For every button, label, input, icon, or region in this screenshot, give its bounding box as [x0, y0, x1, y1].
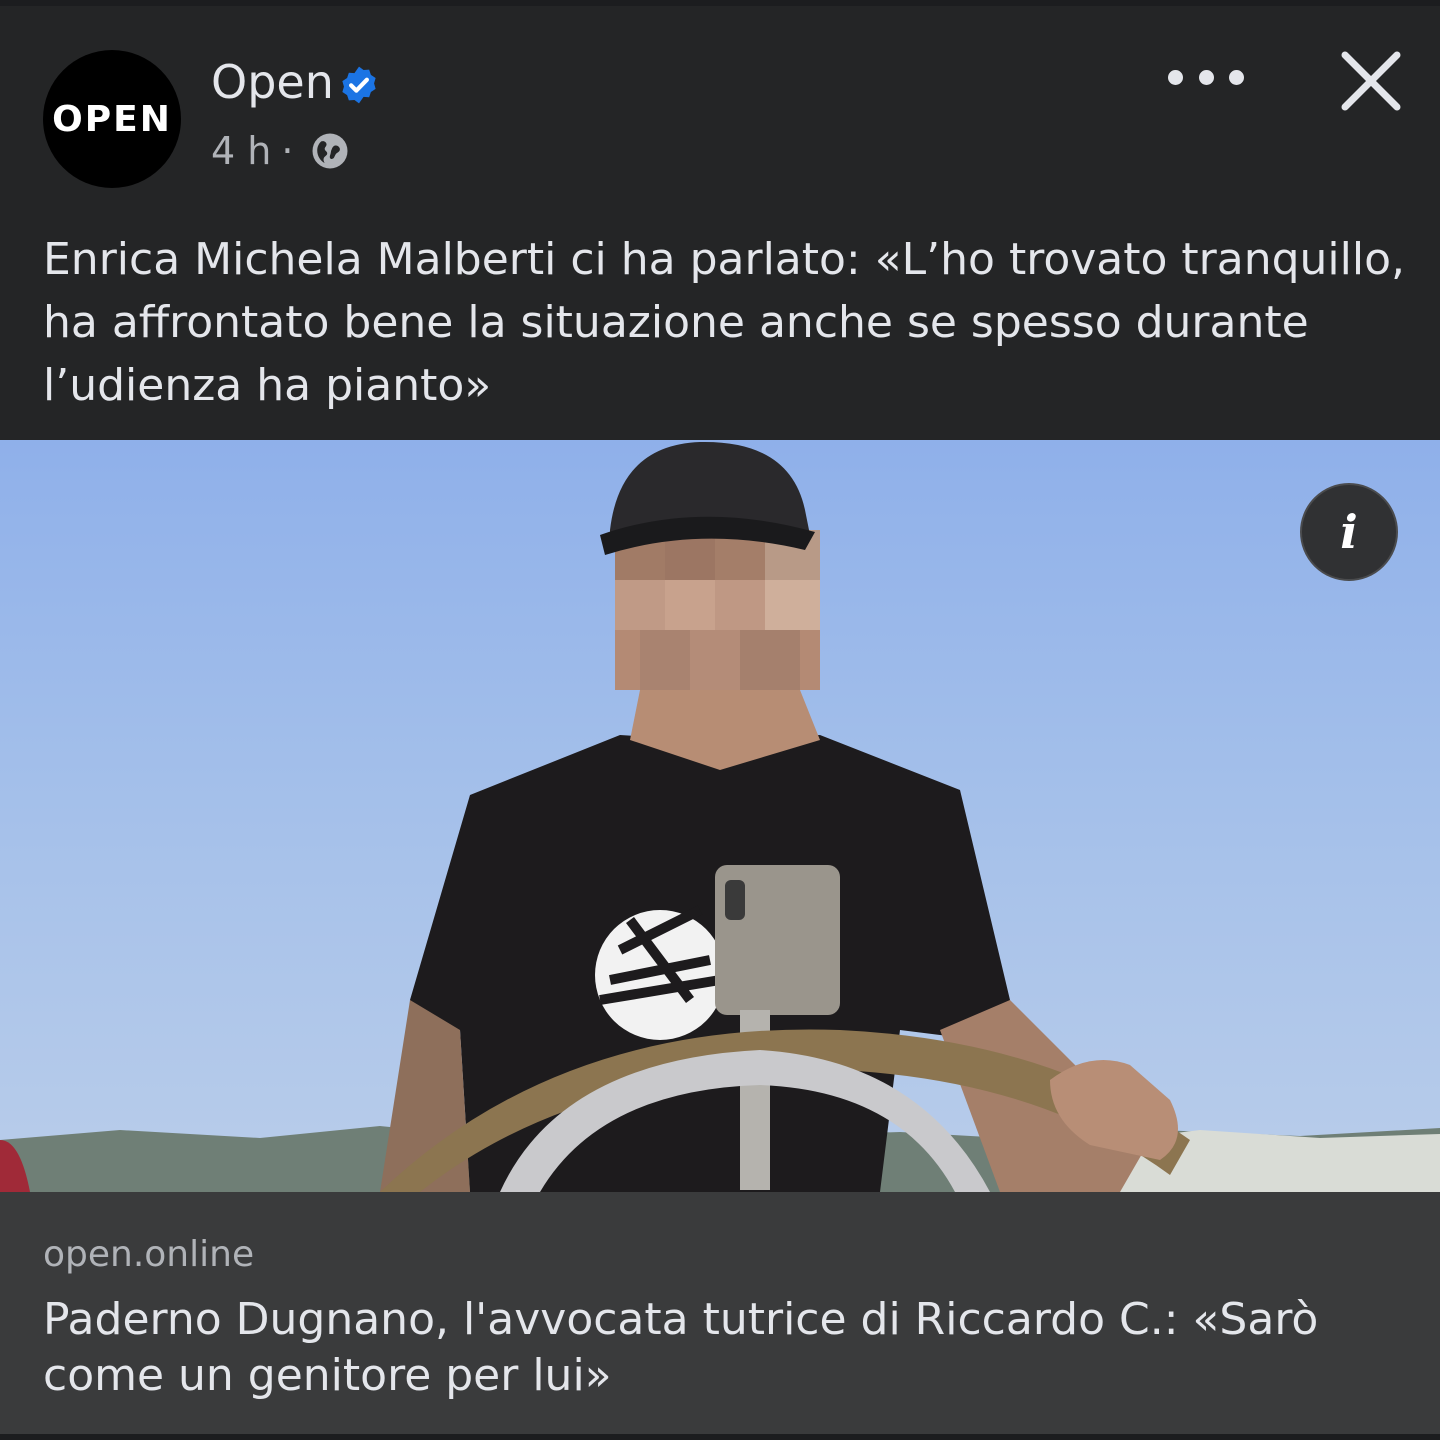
post-card: OPEN Open 4 h · Enrica Michela Malberti … — [0, 6, 1440, 1434]
meta-separator: · — [281, 129, 294, 173]
globe-icon — [312, 133, 348, 169]
page-avatar[interactable]: OPEN — [43, 50, 181, 188]
verified-badge-icon — [342, 66, 376, 104]
blurred-face — [615, 530, 820, 690]
page-name[interactable]: Open — [211, 54, 334, 110]
more-dot — [1198, 69, 1214, 85]
more-dot — [1229, 69, 1244, 85]
more-dot — [1168, 69, 1183, 85]
link-preview[interactable]: open.online Paderno Dugnano, l'avvocata … — [0, 1192, 1440, 1434]
more-options-button[interactable] — [1168, 54, 1244, 100]
close-icon[interactable] — [1336, 46, 1406, 116]
post-header: OPEN Open 4 h · — [0, 6, 1440, 206]
info-button[interactable]: i — [1300, 483, 1398, 581]
link-domain: open.online — [43, 1234, 255, 1275]
info-icon: i — [1340, 505, 1358, 559]
more-options-icon — [1168, 54, 1244, 100]
avatar-logo-text: OPEN — [52, 98, 172, 140]
post-caption: Enrica Michela Malberti ci ha parlato: «… — [43, 234, 1406, 411]
photo-illustration — [0, 441, 1440, 1192]
link-title: Paderno Dugnano, l'avvocata tutrice di R… — [43, 1294, 1319, 1401]
post-image[interactable] — [0, 440, 1440, 1192]
post-meta: 4 h · — [211, 126, 351, 176]
post-time[interactable]: 4 h — [211, 126, 271, 176]
